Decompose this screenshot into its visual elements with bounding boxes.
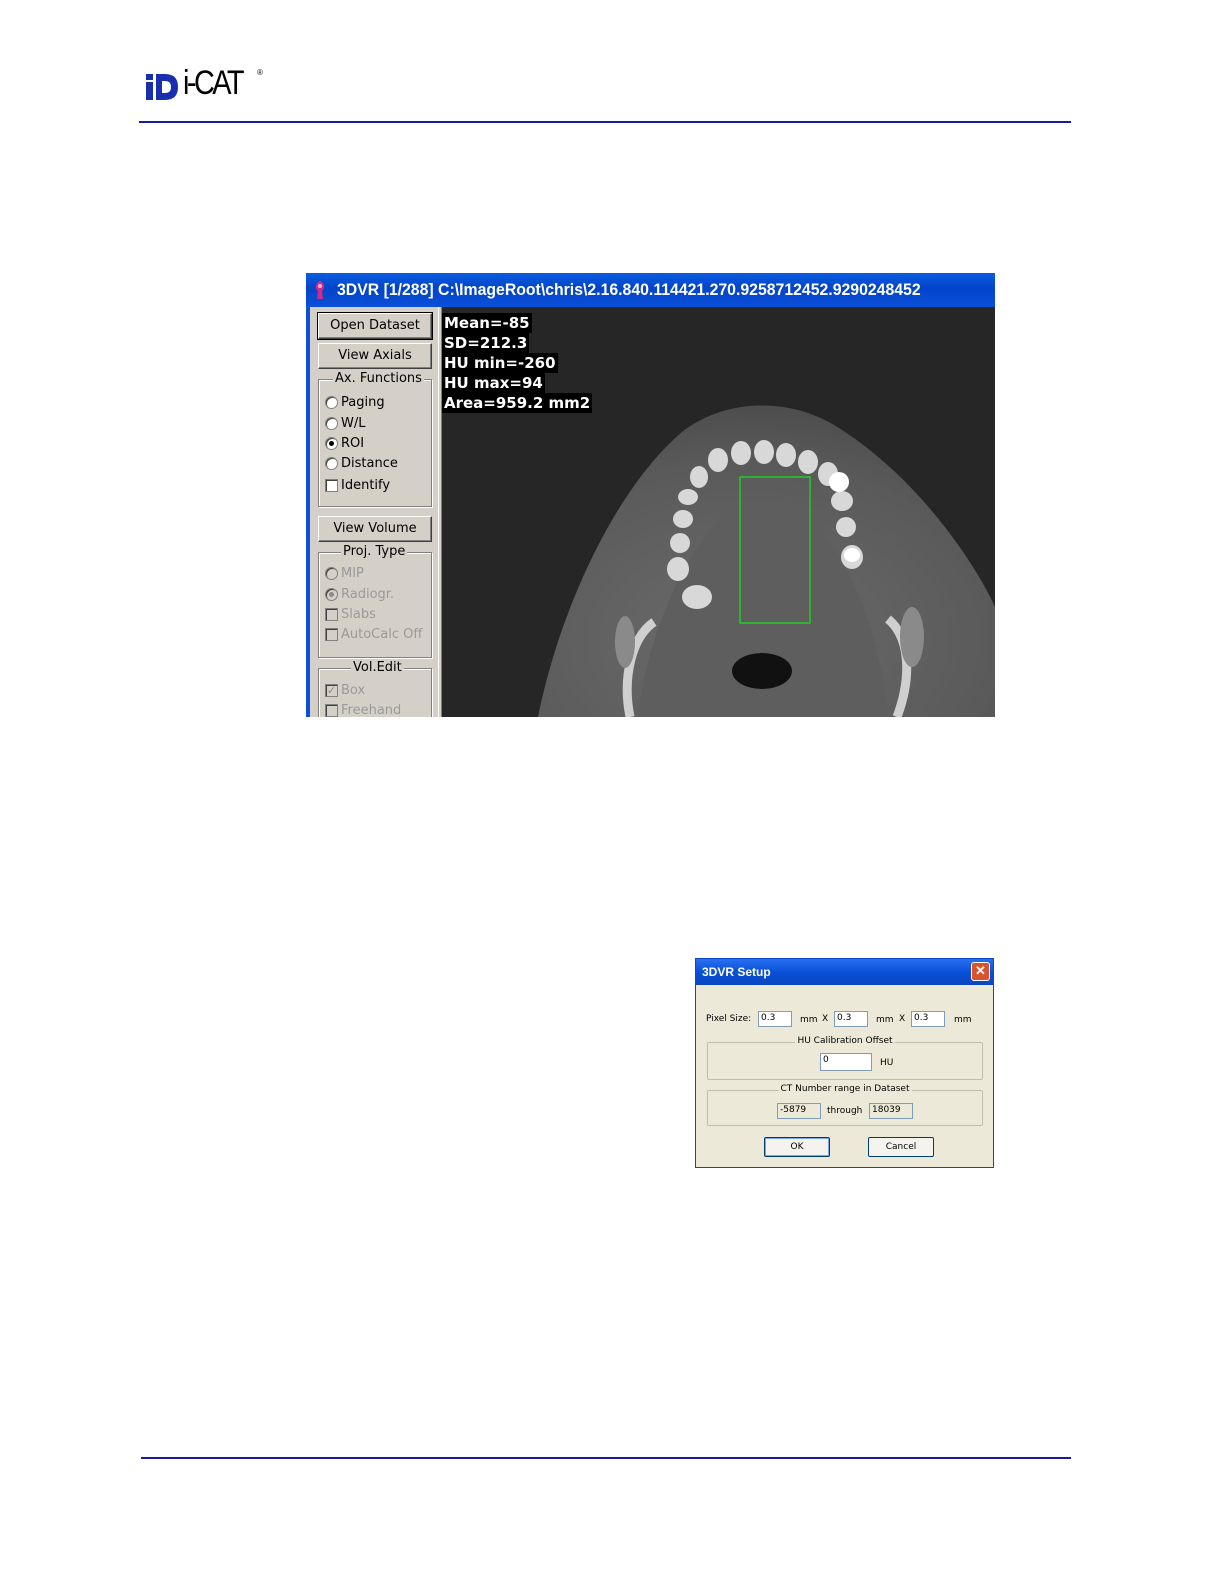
through-label: through <box>827 1106 863 1116</box>
3dvr-window: 3DVR [1/288] C:\ImageRoot\chris\2.16.840… <box>306 273 995 717</box>
ct-range-legend: CT Number range in Dataset <box>778 1084 912 1094</box>
proj-type-group: Proj. Type MIP Radiogr. Slabs AutoCalc O… <box>318 544 432 658</box>
unit-mm-3: mm <box>954 1015 972 1025</box>
radiogr-label: Radiogr. <box>341 587 395 602</box>
checkbox-icon <box>325 704 338 717</box>
stat-hu-min: HU min=-260 <box>442 353 558 373</box>
wl-label: W/L <box>341 416 366 431</box>
box-label: Box <box>341 683 366 698</box>
stat-area: Area=959.2 mm2 <box>442 393 593 413</box>
hu-calibration-group: HU Calibration Offset 0 HU <box>707 1036 983 1080</box>
ax-functions-group: Ax. Functions Paging W/L ROI Distance Id… <box>318 371 432 507</box>
distance-label: Distance <box>341 456 398 471</box>
logo-mark-icon <box>146 74 178 100</box>
vol-edit-group: Vol.Edit ✓ Box Freehand <box>318 660 432 717</box>
app-icon <box>315 281 325 299</box>
3dvr-setup-dialog: 3DVR Setup ✕ Pixel Size: 0.3 mm X 0.3 mm… <box>695 958 994 1168</box>
ct-range-from-field: -5879 <box>777 1103 821 1119</box>
header-rule <box>139 121 1071 123</box>
unit-mm-2: mm <box>876 1015 894 1025</box>
ct-range-to-field: 18039 <box>869 1103 913 1119</box>
ct-range-group: CT Number range in Dataset -5879 through… <box>707 1084 983 1126</box>
roi-label: ROI <box>341 436 365 451</box>
close-icon[interactable]: ✕ <box>971 962 990 981</box>
radio-icon <box>325 396 338 409</box>
pixel-size-z-input[interactable]: 0.3 <box>911 1011 945 1027</box>
stat-sd: SD=212.3 <box>442 333 530 353</box>
times-2: X <box>899 1014 906 1024</box>
radio-selected-icon <box>325 588 338 601</box>
checkbox-icon <box>325 608 338 621</box>
checkmark-icon: ✓ <box>325 684 338 697</box>
roi-statistics: Mean=-85 SD=212.3 HU min=-260 HU max=94 … <box>442 313 593 413</box>
footer-rule <box>141 1457 1071 1459</box>
radio-icon <box>325 417 338 430</box>
checkbox-icon <box>325 628 338 641</box>
freehand-label: Freehand <box>341 703 402 717</box>
hu-calibration-legend: HU Calibration Offset <box>795 1036 895 1046</box>
vol-edit-legend: Vol.Edit <box>351 660 404 675</box>
pixel-size-label: Pixel Size: <box>706 1014 752 1024</box>
window-titlebar[interactable]: 3DVR [1/288] C:\ImageRoot\chris\2.16.840… <box>306 273 995 307</box>
ok-button[interactable]: OK <box>764 1137 830 1157</box>
view-axials-button[interactable]: View Axials <box>318 343 432 369</box>
window-title: 3DVR [1/288] C:\ImageRoot\chris\2.16.840… <box>337 280 921 299</box>
cancel-button[interactable]: Cancel <box>868 1137 934 1157</box>
view-volume-button[interactable]: View Volume <box>318 516 432 542</box>
registered-mark: ® <box>257 68 263 77</box>
dialog-titlebar[interactable]: 3DVR Setup <box>696 959 993 985</box>
pixel-size-y-input[interactable]: 0.3 <box>834 1011 868 1027</box>
hu-unit-label: HU <box>880 1058 894 1068</box>
paging-label: Paging <box>341 395 385 410</box>
checkbox-icon <box>325 479 338 492</box>
pixel-size-x-input[interactable]: 0.3 <box>758 1011 792 1027</box>
radio-selected-icon <box>325 437 338 450</box>
radio-icon <box>325 567 338 580</box>
times-1: X <box>822 1014 829 1024</box>
stat-hu-max: HU max=94 <box>442 373 545 393</box>
control-panel: Open Dataset View Axials Ax. Functions P… <box>310 307 438 717</box>
slabs-label: Slabs <box>341 607 376 622</box>
hu-offset-input[interactable]: 0 <box>820 1053 872 1071</box>
logo-text: i-CAT <box>183 64 245 102</box>
mip-label: MIP <box>341 566 364 581</box>
unit-mm-1: mm <box>800 1015 818 1025</box>
proj-type-legend: Proj. Type <box>341 544 408 559</box>
dialog-title: 3DVR Setup <box>702 965 771 979</box>
radio-icon <box>325 457 338 470</box>
stat-mean: Mean=-85 <box>442 313 532 333</box>
identify-label: Identify <box>341 478 391 493</box>
open-dataset-button[interactable]: Open Dataset <box>317 312 433 340</box>
axial-image-viewer[interactable]: Mean=-85 SD=212.3 HU min=-260 HU max=94 … <box>442 307 995 717</box>
ax-functions-legend: Ax. Functions <box>333 371 424 386</box>
autocalc-off-label: AutoCalc Off <box>341 627 423 642</box>
